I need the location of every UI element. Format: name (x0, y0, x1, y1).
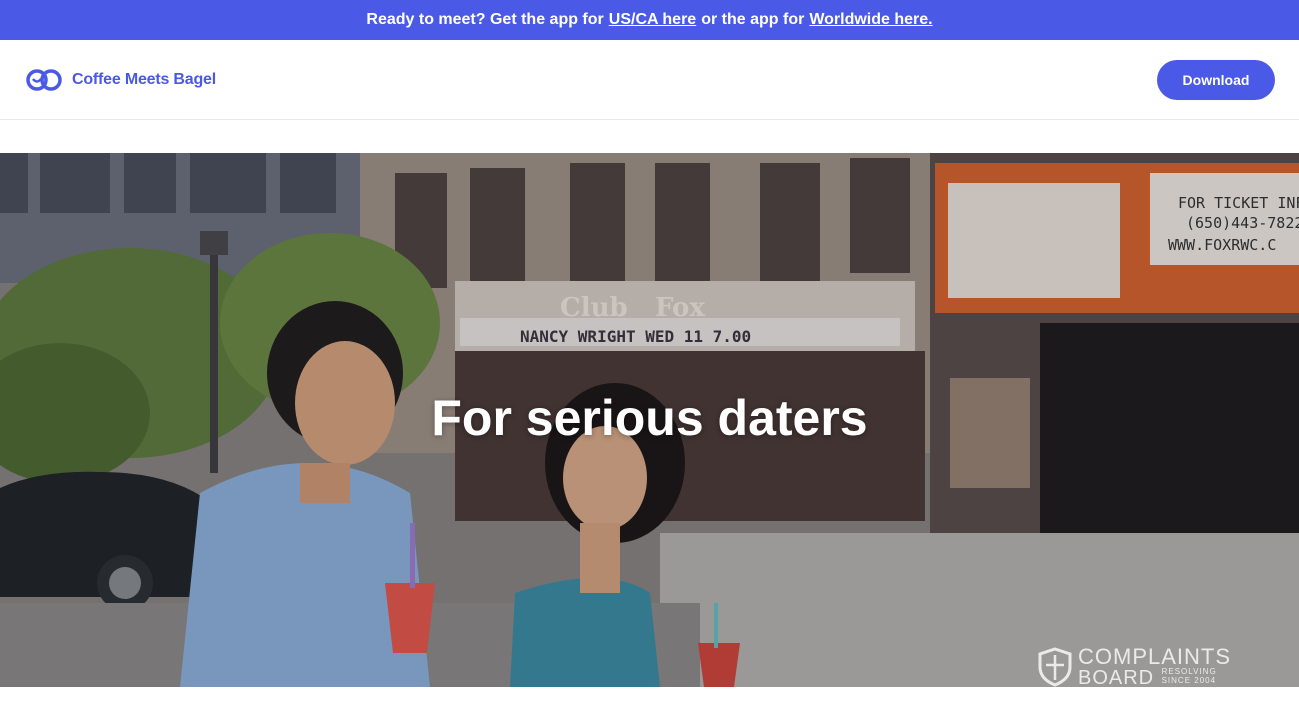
worldwide-app-link[interactable]: Worldwide here. (809, 11, 932, 29)
watermark-line1: COMPLAINTS (1078, 644, 1232, 669)
top-banner: Ready to meet? Get the app for US/CA her… (0, 0, 1299, 40)
brand-name: Coffee Meets Bagel (72, 71, 216, 88)
watermark-tag2: SINCE 2004 (1161, 675, 1217, 685)
watermark-text: COMPLAINTS BOARD RESOLVING SINCE 2004 (1078, 644, 1232, 688)
watermark-tag1: RESOLVING (1161, 667, 1217, 676)
download-button[interactable]: Download (1157, 60, 1275, 100)
site-header: Coffee Meets Bagel Download (0, 40, 1299, 120)
hero-headline: For serious daters (431, 390, 868, 446)
banner-text-middle: or the app for (701, 11, 805, 28)
hero-section: Club Fox NANCY WRIGHT WED 11 7.00 FOR TI… (0, 153, 1299, 687)
coffee-meets-bagel-logo-icon (26, 69, 62, 91)
us-ca-app-link[interactable]: US/CA here (609, 11, 696, 29)
complaints-board-watermark: COMPLAINTS BOARD RESOLVING SINCE 2004 (1038, 644, 1253, 688)
watermark-tagline: RESOLVING SINCE 2004 (1161, 667, 1217, 686)
shield-icon (1038, 647, 1072, 687)
banner-text-prefix: Ready to meet? Get the app for (366, 11, 604, 28)
brand-logo-link[interactable]: Coffee Meets Bagel (26, 67, 216, 93)
watermark-line2: BOARD (1078, 667, 1155, 687)
